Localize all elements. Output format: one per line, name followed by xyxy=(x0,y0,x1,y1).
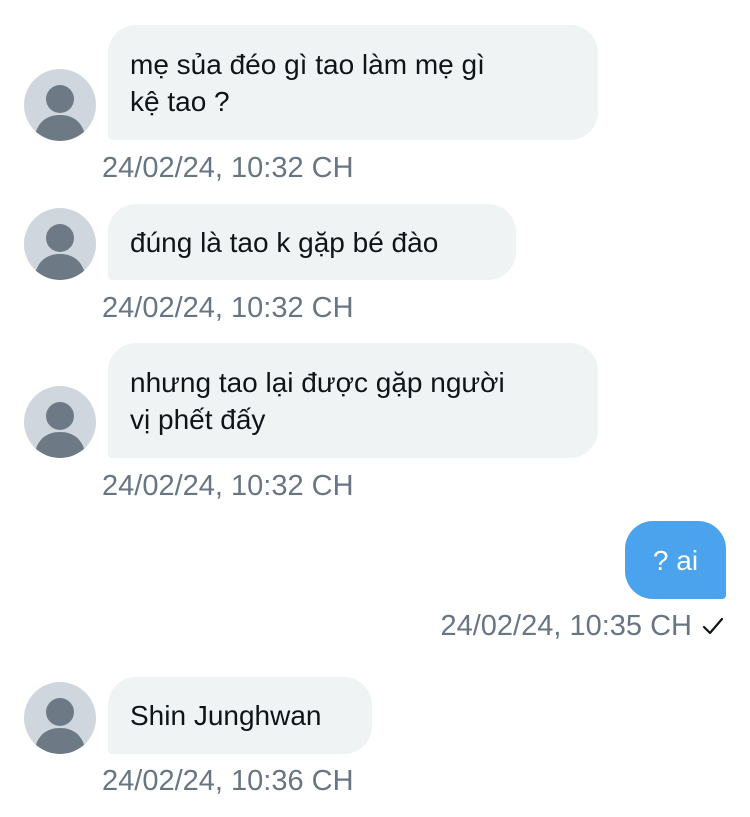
message-bubble[interactable]: nhưng tao lại được gặp người vị phết đấy xyxy=(108,343,598,458)
avatar[interactable] xyxy=(24,69,96,141)
default-user-icon xyxy=(34,698,86,754)
default-user-icon xyxy=(34,224,86,280)
message-bubble[interactable]: Shin Junghwan xyxy=(108,677,372,754)
message-timestamp: 24/02/24, 10:32 CH xyxy=(102,152,354,184)
avatar[interactable] xyxy=(24,682,96,754)
message-timestamp: 24/02/24, 10:32 CH xyxy=(102,470,354,502)
message-timestamp: 24/02/24, 10:35 CH xyxy=(440,610,692,642)
message-bubble[interactable]: mẹ sủa đéo gì tao làm mẹ gì kệ tao ? xyxy=(108,25,598,140)
message-bubble[interactable]: đúng là tao k gặp bé đào xyxy=(108,204,516,280)
message-bubble[interactable]: ? ai xyxy=(625,521,726,599)
default-user-icon xyxy=(34,402,86,458)
avatar[interactable] xyxy=(24,386,96,458)
message-timestamp: 24/02/24, 10:32 CH xyxy=(102,292,354,324)
message-timestamp: 24/02/24, 10:36 CH xyxy=(102,765,354,797)
check-icon xyxy=(702,615,724,637)
avatar[interactable] xyxy=(24,208,96,280)
default-user-icon xyxy=(34,85,86,141)
message-timestamp-row: 24/02/24, 10:35 CH xyxy=(440,609,724,643)
